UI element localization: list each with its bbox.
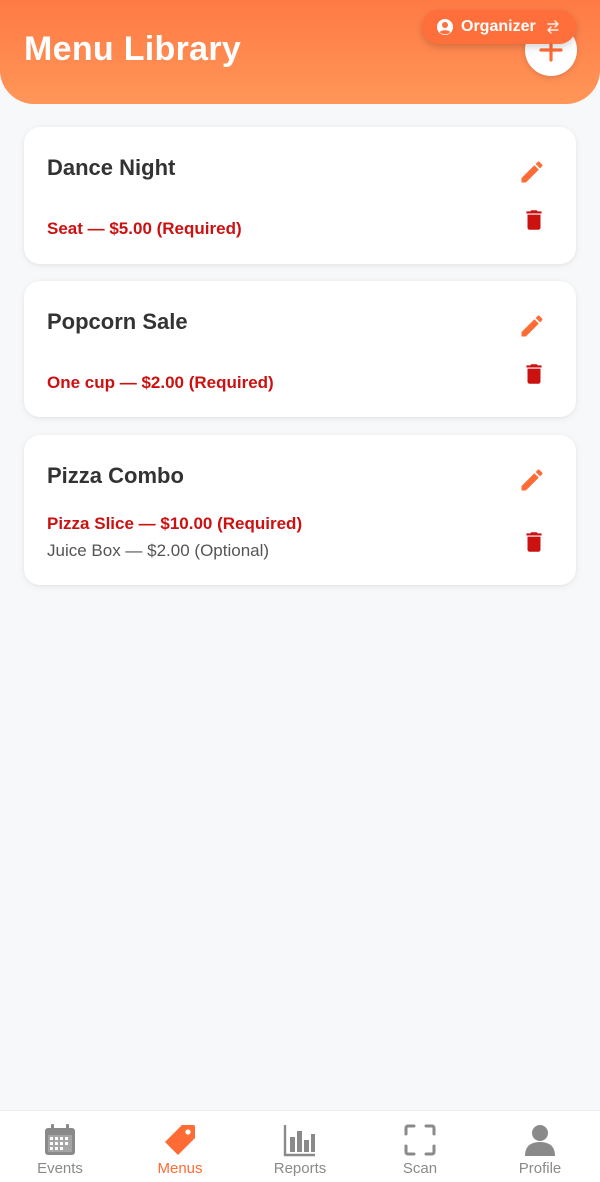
page-title: Menu Library xyxy=(24,30,242,68)
user-circle-icon xyxy=(436,18,454,36)
menu-item-line: Pizza Slice — $10.00 (Required) xyxy=(47,514,303,533)
bottom-nav: Events Menus Reports Scan Profile xyxy=(0,1110,600,1182)
scan-frame-icon xyxy=(403,1123,437,1157)
trash-icon[interactable] xyxy=(519,527,549,557)
menu-item-line: Juice Box — $2.00 (Optional) xyxy=(47,541,270,560)
menu-title: Pizza Combo xyxy=(47,463,184,488)
nav-label: Scan xyxy=(402,1160,438,1177)
swap-arrows-icon xyxy=(545,19,561,35)
menu-item-line: Seat — $5.00 (Required) xyxy=(47,219,242,238)
nav-item-scan[interactable]: Scan xyxy=(360,1111,480,1182)
nav-item-events[interactable]: Events xyxy=(0,1111,120,1182)
edit-icon[interactable] xyxy=(517,311,547,341)
nav-label: Menus xyxy=(157,1160,203,1177)
role-label: Organizer xyxy=(461,18,536,35)
menu-title: Dance Night xyxy=(47,155,176,180)
app-header: Menu Library Organizer xyxy=(0,0,600,104)
menu-card[interactable]: Pizza Combo Pizza Slice — $10.00 (Requir… xyxy=(24,435,576,585)
nav-label: Reports xyxy=(273,1160,327,1177)
tag-icon xyxy=(163,1123,197,1157)
calendar-icon xyxy=(43,1123,77,1157)
trash-icon[interactable] xyxy=(519,359,549,389)
nav-label: Profile xyxy=(518,1160,562,1177)
edit-icon[interactable] xyxy=(517,157,547,187)
trash-icon[interactable] xyxy=(519,205,549,235)
nav-item-profile[interactable]: Profile xyxy=(480,1111,600,1182)
bar-chart-icon xyxy=(283,1123,317,1157)
nav-label: Events xyxy=(37,1160,83,1177)
nav-item-reports[interactable]: Reports xyxy=(240,1111,360,1182)
role-switch-button[interactable]: Organizer xyxy=(422,10,576,44)
menu-card[interactable]: Popcorn Sale One cup — $2.00 (Required) xyxy=(24,281,576,417)
menu-card[interactable]: Dance Night Seat — $5.00 (Required) xyxy=(24,127,576,264)
nav-item-menus[interactable]: Menus xyxy=(120,1111,240,1182)
menu-title: Popcorn Sale xyxy=(47,309,188,334)
menu-item-line: One cup — $2.00 (Required) xyxy=(47,373,274,392)
edit-icon[interactable] xyxy=(517,465,547,495)
user-icon xyxy=(523,1123,557,1157)
